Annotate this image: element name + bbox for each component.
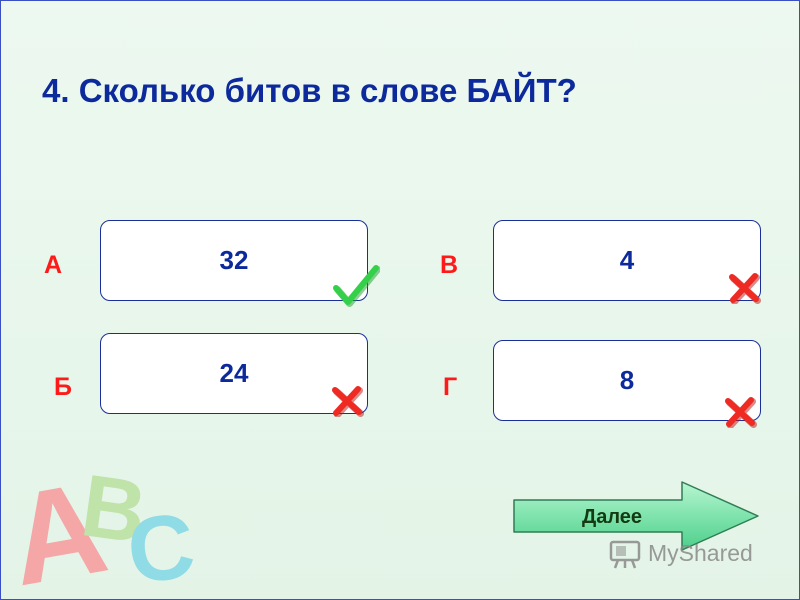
answer-option-a[interactable]: 32	[100, 220, 368, 301]
watermark: MyShared	[608, 536, 753, 570]
option-letter-v: В	[440, 251, 459, 279]
cross-icon	[729, 273, 761, 304]
question-title: 4. Сколько битов в слове БАЙТ?	[42, 72, 577, 109]
next-button-label: Далее	[581, 506, 643, 528]
abc-decoration: A B C	[10, 453, 200, 590]
checkmark-icon	[333, 265, 380, 307]
answer-value-b: 24	[219, 358, 249, 388]
answer-value-v: 4	[619, 245, 635, 275]
projector-icon	[609, 540, 641, 569]
answer-option-g[interactable]: 8	[493, 340, 761, 421]
option-letter-b: Б	[54, 373, 72, 401]
option-letter-a: А	[44, 251, 63, 279]
answer-option-v[interactable]: 4	[493, 220, 761, 301]
answer-option-b[interactable]: 24	[100, 333, 368, 414]
watermark-text: MyShared	[648, 539, 753, 566]
abc-letter-c: C	[123, 495, 200, 590]
cross-icon	[332, 386, 364, 417]
option-letter-g: Г	[443, 373, 458, 401]
cross-icon	[725, 397, 757, 428]
answer-value-g: 8	[619, 365, 635, 395]
answer-value-a: 32	[219, 245, 249, 275]
